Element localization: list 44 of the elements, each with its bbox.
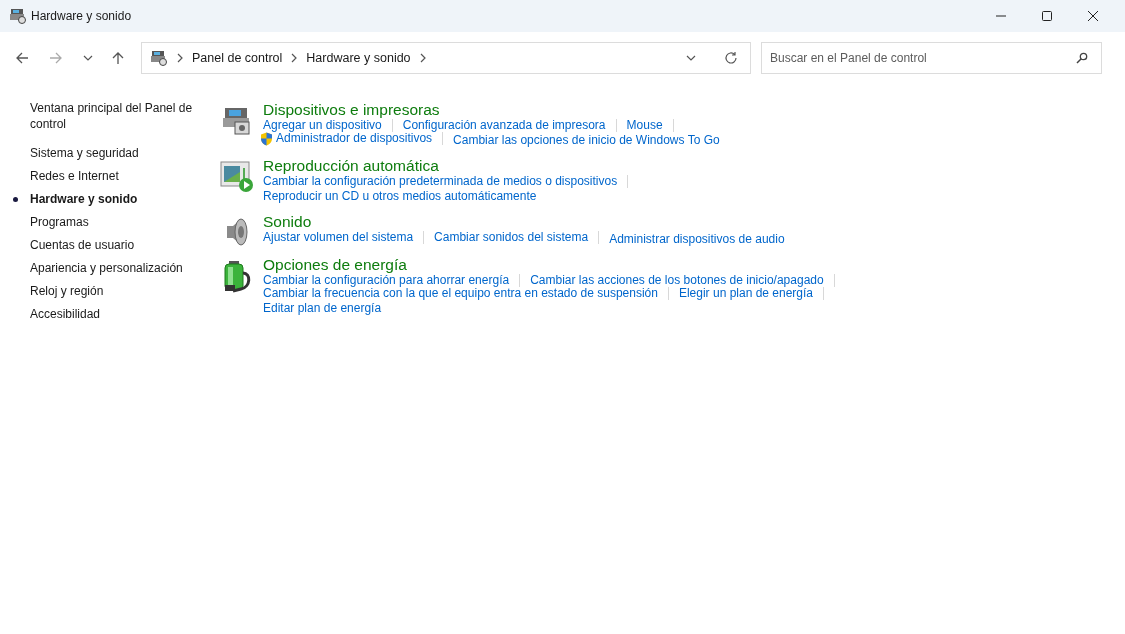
sidebar-link[interactable]: Sistema y seguridad: [30, 145, 200, 161]
link[interactable]: Reproducir un CD u otros medios automáticamente: [263, 188, 537, 205]
sidebar-link[interactable]: Cuentas de usuario: [30, 237, 200, 253]
link[interactable]: Editar plan de energía: [263, 300, 382, 317]
media-window-icon[interactable]: [220, 160, 254, 192]
chevron-down-icon[interactable]: [83, 53, 93, 63]
chevron-down-icon[interactable]: [686, 53, 696, 63]
link[interactable]: Cambiar la configuración predeterminada de medios o dispositivos: [263, 173, 618, 190]
refresh-icon[interactable]: [724, 51, 738, 65]
printer-icon: [9, 8, 27, 24]
chevron-right-icon[interactable]: [176, 53, 184, 63]
search-field[interactable]: Buscar en el Panel de control: [761, 42, 1102, 74]
window-title: Hardware y sonido: [31, 9, 132, 23]
breadcrumb[interactable]: Hardware y sonido: [306, 51, 411, 65]
link[interactable]: Cambiar la configuración para ahorrar energía: [263, 272, 510, 289]
sidebar-link[interactable]: Apariencia y personalización: [30, 260, 200, 276]
link[interactable]: Cambiar las opciones de inicio de Windows To Go: [453, 132, 720, 149]
category-heading[interactable]: Opciones de energía: [263, 255, 845, 274]
link[interactable]: Administrar dispositivos de audio: [609, 231, 785, 248]
printer-icon: [150, 50, 168, 66]
back-arrow-icon[interactable]: [15, 51, 29, 65]
category-heading[interactable]: Reproducción automática: [263, 156, 639, 175]
sidebar-link[interactable]: Redes e Internet: [30, 168, 200, 184]
category-heading[interactable]: Dispositivos e impresoras: [263, 100, 740, 119]
category-heading[interactable]: Sonido: [263, 212, 805, 231]
chevron-right-icon[interactable]: [418, 53, 427, 63]
search-icon[interactable]: [1076, 52, 1088, 64]
address-bar[interactable]: Panel de control Hardware y sonido: [141, 42, 751, 74]
link[interactable]: Ajustar volumen del sistema: [263, 229, 414, 246]
link[interactable]: Mouse: [626, 117, 663, 134]
maximize-icon[interactable]: [1041, 10, 1053, 22]
up-arrow-icon[interactable]: [111, 51, 125, 65]
breadcrumb[interactable]: Panel de control: [192, 51, 283, 65]
sidebar-link[interactable]: Accesibilidad: [30, 306, 200, 322]
link[interactable]: Cambiar las acciones de los botones de inicio/apagado: [530, 272, 824, 289]
close-icon[interactable]: [1087, 10, 1099, 22]
link[interactable]: Agregar un dispositivo: [263, 117, 382, 134]
link[interactable]: Cambiar sonidos del sistema: [434, 229, 589, 246]
sidebar-link[interactable]: Programas: [30, 214, 200, 230]
sidebar-link[interactable]: Hardware y sonido: [30, 191, 200, 207]
sidebar-link[interactable]: Ventana principal del Panel de control: [30, 100, 200, 132]
sidebar-link[interactable]: Reloj y región: [30, 283, 200, 299]
link[interactable]: Configuración avanzada de impresora: [402, 117, 606, 134]
chevron-right-icon[interactable]: [290, 53, 299, 63]
